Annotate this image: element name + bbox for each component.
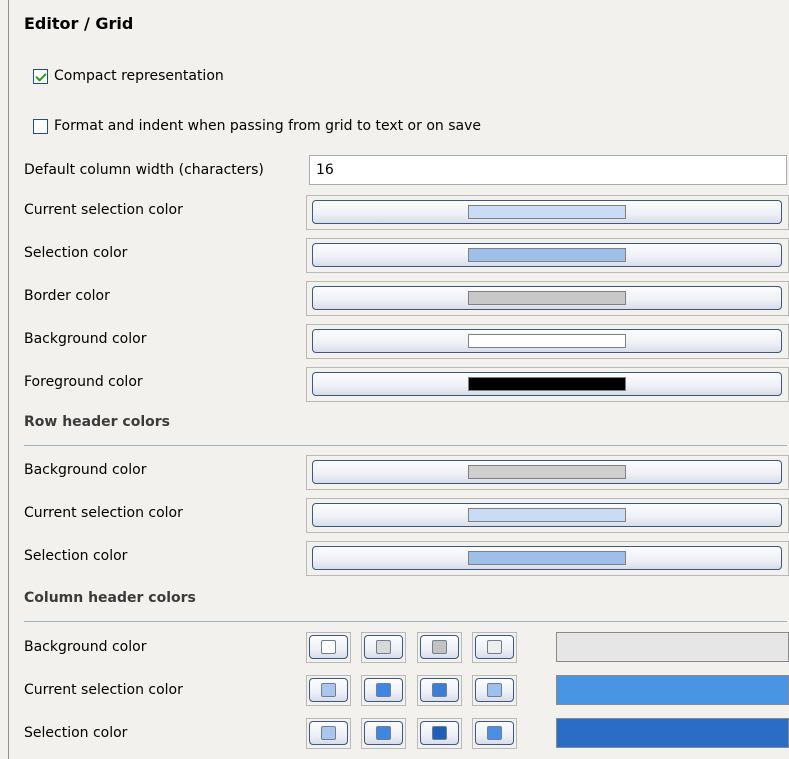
- row-header-label-0: Background color: [24, 462, 147, 478]
- column-header-color-swatch: [432, 640, 447, 654]
- grid-color-swatch-2: [468, 291, 626, 305]
- column-header-color-swatch: [321, 640, 336, 654]
- default-width-input[interactable]: [309, 155, 787, 185]
- column-header-color-button[interactable]: [309, 635, 348, 659]
- grid-label-2: Border color: [24, 288, 110, 304]
- grid-color-button-2[interactable]: [312, 286, 782, 310]
- preferences-panel: Editor / Grid Compact representation For…: [8, 0, 789, 759]
- column-header-title: Column header colors: [24, 590, 196, 606]
- column-header-preview: [556, 718, 789, 748]
- grid-color-button-0[interactable]: [312, 200, 782, 224]
- column-header-preview: [556, 675, 789, 705]
- default-width-label: Default column width (characters): [24, 162, 264, 178]
- column-header-preview: [556, 632, 789, 662]
- row-header-color-swatch-0: [468, 465, 626, 479]
- column-header-color-button[interactable]: [420, 721, 459, 745]
- column-header-color-swatch: [321, 683, 336, 697]
- column-header-color-swatch: [432, 683, 447, 697]
- column-header-color-swatch: [376, 683, 391, 697]
- row-header-label-2: Selection color: [24, 548, 128, 564]
- column-header-color-swatch: [376, 726, 391, 740]
- column-header-color-button[interactable]: [309, 721, 348, 745]
- row-header-color-button-1[interactable]: [312, 503, 782, 527]
- column-header-color-swatch: [487, 726, 502, 740]
- grid-color-swatch-1: [468, 248, 626, 262]
- column-header-color-swatch: [432, 726, 447, 740]
- column-header-color-button[interactable]: [420, 678, 459, 702]
- row-header-color-button-0[interactable]: [312, 460, 782, 484]
- column-header-color-swatch: [487, 683, 502, 697]
- grid-color-swatch-4: [468, 377, 626, 391]
- grid-color-button-4[interactable]: [312, 372, 782, 396]
- grid-color-swatch-3: [468, 334, 626, 348]
- grid-label-4: Foreground color: [24, 374, 143, 390]
- row-header-color-swatch-1: [468, 508, 626, 522]
- column-header-separator: [24, 621, 787, 622]
- grid-label-0: Current selection color: [24, 202, 183, 218]
- format-label: Format and indent when passing from grid…: [54, 118, 481, 134]
- grid-color-button-3[interactable]: [312, 329, 782, 353]
- grid-label-1: Selection color: [24, 245, 128, 261]
- row-header-separator: [24, 445, 787, 446]
- format-checkbox[interactable]: [33, 118, 48, 134]
- compact-checkbox[interactable]: [33, 68, 48, 84]
- column-header-color-button[interactable]: [475, 635, 514, 659]
- row-header-title: Row header colors: [24, 414, 170, 430]
- column-header-color-button[interactable]: [364, 678, 403, 702]
- column-header-color-button[interactable]: [475, 678, 514, 702]
- column-header-color-swatch: [487, 640, 502, 654]
- column-header-color-swatch: [376, 640, 391, 654]
- format-option[interactable]: Format and indent when passing from grid…: [33, 118, 481, 134]
- column-header-color-button[interactable]: [475, 721, 514, 745]
- column-header-label-0: Background color: [24, 639, 147, 655]
- row-header-color-swatch-2: [468, 551, 626, 565]
- grid-label-3: Background color: [24, 331, 147, 347]
- compact-option[interactable]: Compact representation: [33, 68, 224, 84]
- row-header-label-1: Current selection color: [24, 505, 183, 521]
- grid-color-button-1[interactable]: [312, 243, 782, 267]
- grid-color-swatch-0: [468, 205, 626, 219]
- column-header-color-button[interactable]: [364, 721, 403, 745]
- column-header-color-button[interactable]: [420, 635, 459, 659]
- page-title: Editor / Grid: [24, 14, 134, 33]
- compact-label: Compact representation: [54, 68, 224, 84]
- column-header-label-2: Selection color: [24, 725, 128, 741]
- row-header-color-button-2[interactable]: [312, 546, 782, 570]
- column-header-color-button[interactable]: [364, 635, 403, 659]
- column-header-color-swatch: [321, 726, 336, 740]
- column-header-label-1: Current selection color: [24, 682, 183, 698]
- column-header-color-button[interactable]: [309, 678, 348, 702]
